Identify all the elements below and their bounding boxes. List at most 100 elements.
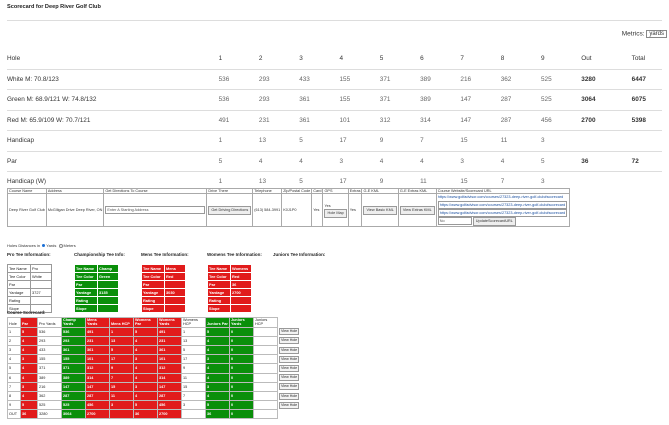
- scorecard-url-link[interactable]: https://www.golfadvisor.com/courses/2732…: [438, 194, 568, 201]
- scorecard-out-cell: 3064: [581, 89, 632, 110]
- course-scorecard-cell: 7: [181, 390, 206, 402]
- view-hole-button[interactable]: View Hole: [279, 355, 300, 363]
- scorecard-cell: 4: [500, 150, 541, 172]
- course-scorecard-cell: 362: [37, 390, 62, 402]
- course-scorecard-cell: 536: [61, 326, 86, 337]
- view-basic-kml-button[interactable]: View Basic KML: [363, 205, 397, 215]
- view-hole-cell: View Hole: [278, 382, 309, 391]
- view-hole-cell: View Hole: [278, 336, 309, 345]
- view-hole-button[interactable]: View Hole: [279, 346, 300, 354]
- tee-field-value: 36: [230, 280, 252, 289]
- course-scorecard-cell: 293: [61, 335, 86, 346]
- view-hole-button[interactable]: View Hole: [279, 328, 300, 336]
- scorecard-cell: 147: [460, 109, 501, 131]
- view-hole-button[interactable]: View Hole: [279, 374, 300, 382]
- scorecard-row-label: Par: [7, 150, 219, 172]
- divider: [7, 20, 662, 21]
- url-no-select[interactable]: No: [437, 217, 472, 225]
- card-value: Yes: [311, 193, 324, 227]
- scorecard-cell: 314: [420, 109, 461, 131]
- course-address: McGlligan Drive Deep River, ON: [45, 193, 105, 227]
- course-scorecard-cell: 3: [20, 354, 38, 365]
- scorecard-row-label: Handicap: [7, 130, 219, 151]
- view-hole-button[interactable]: View Hole: [279, 364, 300, 372]
- course-scorecard-cell: 0: [229, 381, 254, 392]
- col-header: Card: [311, 188, 324, 194]
- course-scorecard-row: 5 4 371 371 312 9 4 312 9 4 0 View Hole: [7, 363, 309, 374]
- scorecard-cell: 433: [299, 68, 340, 90]
- course-scorecard-cell: 216: [37, 381, 62, 392]
- view-hole-button[interactable]: View Hole: [279, 337, 300, 345]
- course-scorecard-cell: 361: [157, 344, 182, 356]
- course-scorecard-row: 7 3 216 147 147 15 3 147 15 3 0 View Hole: [7, 381, 309, 392]
- course-scorecard-cell: 3: [133, 354, 158, 365]
- course-scorecard-cell: 2700: [157, 409, 182, 420]
- course-scorecard-cell: 9: [7, 400, 21, 411]
- col-header: Zip/Postal Code: [281, 188, 313, 194]
- course-scorecard-cell: 4: [133, 363, 158, 374]
- tee-row: Slope: [74, 304, 119, 313]
- extras-kml-cell: View Extras KML: [397, 193, 437, 227]
- course-scorecard-cell: 287: [157, 390, 182, 402]
- course-scorecard-cell: 4: [20, 344, 38, 356]
- tee-row: Yardage 2700: [207, 288, 252, 297]
- telephone: (613) 584-3991: [252, 193, 283, 227]
- scorecard-out-cell: [581, 130, 632, 151]
- view-hole-cell: View Hole: [278, 373, 309, 382]
- directions-cell: Enter A Starting Address: [103, 193, 208, 227]
- scorecard-cell: 216: [460, 68, 501, 90]
- view-hole-button[interactable]: View Hole: [279, 383, 300, 391]
- tee-field-label: Tee Color: [141, 272, 165, 281]
- view-hole-button[interactable]: View Hole: [279, 392, 300, 400]
- scorecard-cell: 456: [540, 109, 582, 131]
- course-scorecard-cell: 0: [229, 390, 254, 402]
- scorecard-url-input[interactable]: https://www.golfadvisor.com/courses/2732…: [437, 209, 568, 217]
- scorecard-total-cell: 6075: [631, 89, 662, 110]
- course-scorecard-cell: 287: [61, 390, 86, 402]
- scorecard-out-cell: 2700: [581, 109, 632, 131]
- scorecard-cell: 389: [420, 89, 461, 110]
- scorecard-cell: 5: [540, 150, 582, 172]
- womens-tee-heading: Womens Tee Information:: [207, 252, 262, 257]
- scorecard-header-cell: 8: [500, 55, 505, 63]
- course-scorecard-cell: 0: [229, 344, 254, 356]
- view-extras-kml-button[interactable]: View Extras KML: [399, 205, 435, 215]
- scorecard-total-cell: [631, 171, 662, 192]
- scorecard-cell: 312: [379, 109, 421, 131]
- mens-tee-table: Tee Name Mens Tee Color Red Par Yardage 3030 Ra…: [141, 264, 186, 313]
- course-scorecard-cell: 155: [61, 354, 86, 365]
- drive-cell: Get Driving Directions: [206, 193, 254, 227]
- tee-field-label: Tee Color: [7, 272, 31, 281]
- col-header: Extras: [347, 188, 363, 194]
- scorecard-cell: 155: [339, 89, 380, 110]
- tee-row: Tee Name Mens: [141, 264, 186, 273]
- course-scorecard-cell: 3: [20, 381, 38, 392]
- metrics-control: Metrics: yards: [622, 30, 667, 38]
- course-scorecard-cell: 5: [109, 344, 134, 356]
- tee-row: Par: [141, 280, 186, 289]
- course-scorecard-row: 9 5 525 525 456 3 5 456 3 5 0 View Hole: [7, 400, 309, 411]
- metrics-select[interactable]: yards: [646, 30, 667, 38]
- tee-field-value: Red: [230, 272, 252, 281]
- scorecard-url-input[interactable]: https://www.golfadvisor.com/courses/2732…: [437, 201, 568, 209]
- start-address-input[interactable]: Enter A Starting Address: [105, 206, 206, 214]
- course-scorecard-header-cell: Pro Yards: [37, 317, 62, 328]
- course-scorecard-heading: Course Scorecard:: [7, 310, 46, 315]
- course-scorecard-cell: 3280: [37, 409, 62, 420]
- course-scorecard-cell: 1: [181, 326, 206, 337]
- tee-field-value: [164, 296, 186, 305]
- get-driving-directions-button[interactable]: Get Driving Directions: [208, 205, 252, 215]
- course-scorecard-cell: 11: [109, 390, 134, 402]
- hole-map-button[interactable]: Hole Map: [324, 208, 347, 218]
- course-scorecard-cell: [181, 409, 206, 420]
- course-scorecard-cell: 36: [205, 409, 230, 420]
- meters-radio-icon[interactable]: [58, 243, 63, 248]
- yards-radio-icon[interactable]: [42, 244, 46, 248]
- scorecard-table: Hole 1 2 3 4 5 6 7 8 9 Out Total White M: 70.8/123 53…: [7, 49, 662, 192]
- view-hole-button[interactable]: View Hole: [279, 401, 300, 409]
- tee-row: Par: [74, 280, 119, 289]
- yards-label: Yards: [46, 243, 57, 248]
- update-scorecard-url-button[interactable]: UpdateScorecardURL: [472, 217, 516, 226]
- view-hole-cell: View Hole: [278, 327, 309, 336]
- view-hole-cell: View Hole: [278, 345, 309, 354]
